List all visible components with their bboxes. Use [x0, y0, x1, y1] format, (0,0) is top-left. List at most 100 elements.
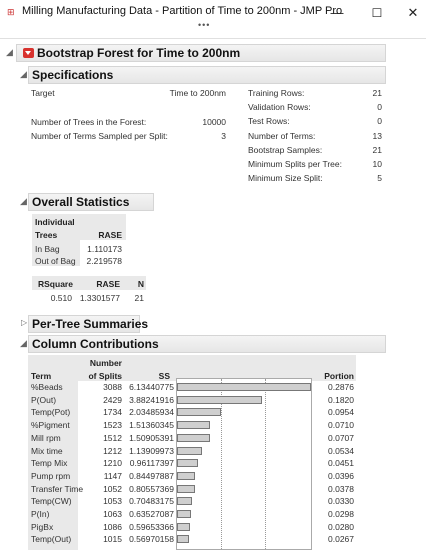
minimize-button[interactable]: —	[322, 2, 352, 24]
ss-cell: 1.51360345	[129, 420, 174, 431]
portion-cell: 0.0707	[328, 432, 354, 443]
term-cell: P(Out)	[31, 394, 57, 405]
portion-cell: 0.0954	[328, 407, 354, 418]
portion-cell: 0.1820	[328, 394, 354, 405]
spec-value: 10000	[202, 117, 226, 127]
portion-cell: 0.0330	[328, 496, 354, 507]
overall-statistics-title: Overall Statistics	[32, 195, 130, 209]
term-header: Term	[31, 371, 52, 381]
window-titlebar: ⊞ Milling Manufacturing Data - Partition…	[0, 0, 426, 30]
divider	[0, 38, 426, 39]
window-title: Milling Manufacturing Data - Partition o…	[22, 5, 343, 17]
portion-cell: 0.0298	[328, 509, 354, 519]
out-of-bag-value: 2.219578	[86, 256, 122, 266]
splits-cell: 1210	[103, 458, 122, 469]
spec-value: 5	[377, 173, 382, 184]
contribution-bar	[177, 446, 202, 455]
spec-value: 21	[372, 144, 382, 155]
in-bag-value: 1.110173	[87, 244, 122, 254]
splits-cell: 3088	[103, 382, 122, 392]
per-tree-summaries-title: Per-Tree Summaries	[32, 317, 149, 331]
out-of-bag-label: Out of Bag	[35, 256, 76, 266]
term-cell: Temp(Out)	[31, 534, 72, 545]
spec-label: Validation Rows:	[248, 102, 311, 113]
red-triangle-menu-icon[interactable]	[23, 48, 34, 58]
ss-cell: 0.96117397	[129, 458, 174, 469]
of-splits-header: of Splits	[88, 371, 122, 381]
maximize-button[interactable]: ☐	[362, 2, 392, 24]
contribution-bar	[177, 497, 193, 506]
splits-cell: 1063	[103, 509, 122, 519]
portion-cell: 0.0534	[328, 445, 354, 456]
portion-cell: 0.0267	[328, 534, 354, 545]
more-options-icon[interactable]: •••	[198, 21, 210, 30]
portion-cell: 0.0451	[328, 458, 354, 469]
contribution-bar	[177, 522, 191, 531]
rase-header-2: RASE	[96, 279, 120, 289]
ss-cell: 0.56970158	[129, 534, 174, 545]
spec-label: Target	[31, 88, 55, 98]
rase-value: 1.3301577	[79, 293, 120, 303]
term-cell: %Beads	[31, 382, 63, 392]
contribution-bar	[177, 535, 190, 544]
contribution-bar	[177, 510, 191, 518]
contribution-bar	[177, 471, 196, 480]
splits-cell: 1523	[103, 420, 122, 431]
column-contributions-title: Column Contributions	[32, 337, 159, 351]
portion-cell: 0.0396	[328, 470, 354, 481]
term-cell: %Pigment	[31, 420, 70, 431]
splits-cell: 1052	[103, 483, 122, 494]
contribution-bar	[177, 484, 195, 493]
contribution-bar	[177, 421, 211, 430]
splits-cell: 1015	[103, 534, 122, 545]
reference-line	[265, 379, 267, 549]
overall-statistics-header[interactable]: Overall Statistics	[28, 193, 154, 211]
per-tree-summaries-header[interactable]: Per-Tree Summaries	[28, 315, 148, 333]
ss-cell: 0.70483175	[129, 496, 174, 507]
splits-cell: 2429	[103, 394, 122, 405]
spec-value: 10	[372, 159, 382, 169]
jmp-app-icon: ⊞	[7, 7, 15, 17]
portion-cell: 0.0378	[328, 483, 354, 494]
spec-value: Time to 200nm	[169, 88, 226, 98]
contribution-bar	[177, 383, 311, 391]
reference-line	[221, 379, 223, 549]
spec-label: Test Rows:	[248, 116, 290, 127]
portion-cell: 0.0710	[328, 420, 354, 431]
term-cell: Temp(CW)	[31, 496, 72, 507]
n-header: N	[137, 279, 144, 289]
spec-label: Bootstrap Samples:	[248, 144, 323, 155]
ss-cell: 0.80557369	[129, 483, 174, 494]
spec-label: Training Rows:	[248, 88, 305, 98]
spec-label: Number of Trees in the Forest:	[31, 117, 147, 127]
ss-cell: 3.88241916	[129, 394, 174, 405]
trees-header: Trees	[35, 230, 58, 240]
spec-value: 21	[372, 88, 382, 98]
in-bag-label: In Bag	[35, 244, 60, 254]
ss-cell: 0.59653366	[129, 521, 174, 532]
spec-value: 13	[372, 130, 382, 141]
spec-value: 3	[221, 131, 226, 141]
splits-cell: 1212	[103, 445, 122, 456]
individual-header: Individual	[35, 217, 75, 227]
collapse-triangle-icon[interactable]: ◢	[6, 47, 13, 58]
collapse-triangle-icon[interactable]: ◢	[20, 196, 27, 207]
spec-label: Minimum Size Split:	[248, 173, 323, 184]
term-cell: Pump rpm	[31, 470, 71, 481]
ss-cell: 0.84497887	[129, 470, 174, 481]
rase-header: RASE	[98, 230, 122, 240]
specifications-header[interactable]: Specifications	[28, 66, 386, 84]
ss-cell: 1.13909973	[129, 445, 174, 456]
term-cell: Temp(Pot)	[31, 407, 71, 418]
spec-label: Minimum Splits per Tree:	[248, 159, 342, 169]
term-cell: Temp Mix	[31, 458, 68, 469]
column-contributions-header[interactable]: Column Contributions	[28, 335, 386, 353]
collapse-triangle-icon[interactable]: ◢	[20, 69, 27, 80]
report-header: Bootstrap Forest for Time to 200nm	[16, 44, 386, 62]
expand-triangle-icon[interactable]: ▷	[21, 318, 27, 327]
term-cell: Mill rpm	[31, 432, 61, 443]
ss-cell: 2.03485934	[129, 407, 174, 418]
term-cell: PigBx	[31, 521, 54, 532]
close-button[interactable]: ✕	[398, 2, 426, 24]
collapse-triangle-icon[interactable]: ◢	[20, 338, 27, 349]
